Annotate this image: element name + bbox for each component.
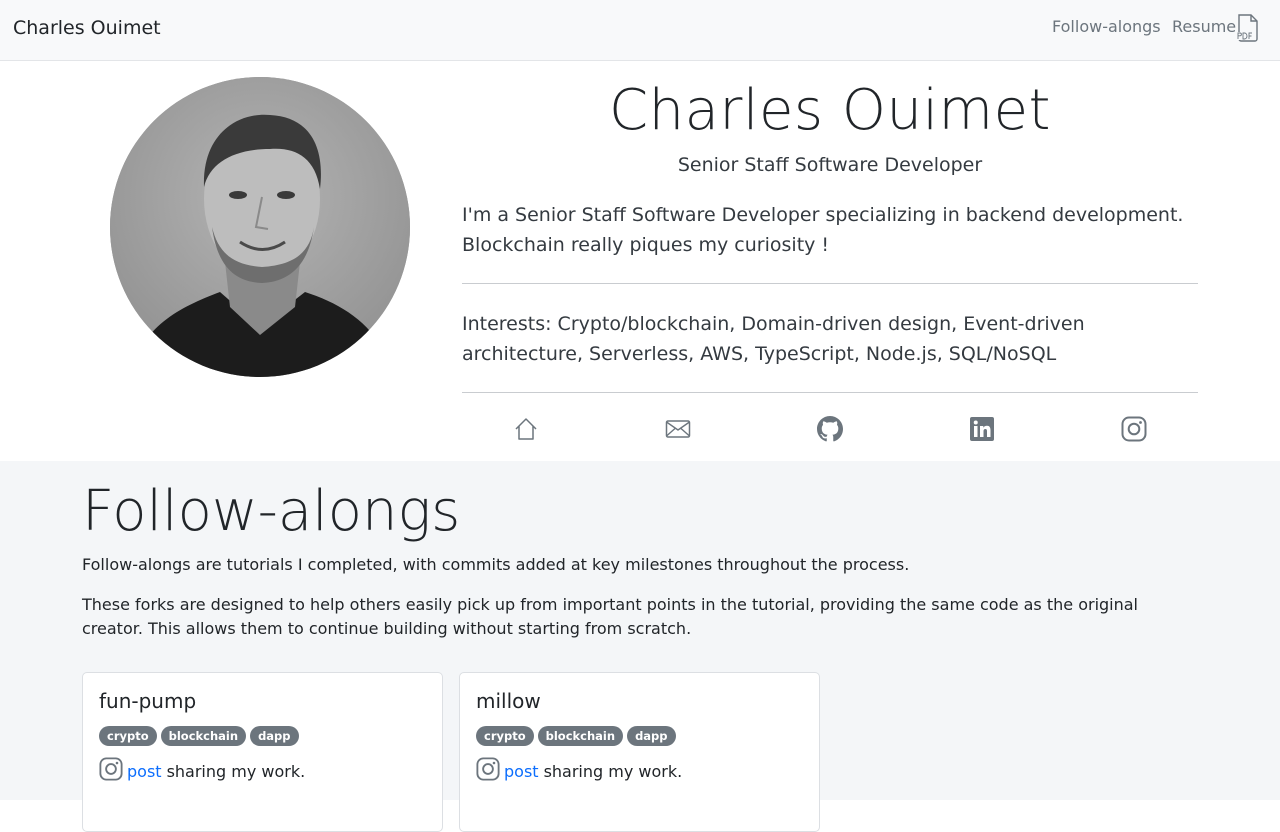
- instagram-icon: [476, 756, 500, 781]
- card-title: fun-pump: [99, 689, 197, 713]
- nav-follow-alongs-link[interactable]: Follow-alongs: [1052, 17, 1161, 36]
- tag-list: crypto blockchain dapp: [476, 726, 676, 746]
- section-intro: Follow-alongs are tutorials I completed,…: [82, 555, 910, 574]
- tag-badge: dapp: [250, 726, 299, 746]
- follow-alongs-section: Follow-alongs Follow-alongs are tutorial…: [0, 461, 1280, 832]
- post-line: post sharing my work.: [99, 756, 306, 781]
- divider: [462, 392, 1198, 393]
- mail-icon[interactable]: [665, 416, 691, 442]
- section-description: These forks are designed to help others …: [82, 595, 1138, 638]
- profile-name: Charles Ouimet: [608, 78, 1051, 143]
- avatar: [110, 77, 410, 377]
- project-card: fun-pump crypto blockchain dapp post sha…: [82, 672, 443, 832]
- project-card: millow crypto blockchain dapp post shari…: [459, 672, 820, 832]
- profile-section: Charles Ouimet Senior Staff Software Dev…: [0, 61, 1280, 461]
- tag-badge: dapp: [627, 726, 676, 746]
- divider: [462, 283, 1198, 284]
- post-link[interactable]: post: [504, 762, 539, 781]
- tag-badge: crypto: [476, 726, 534, 746]
- home-icon[interactable]: [513, 416, 539, 442]
- profile-bio: I'm a Senior Staff Software Developer sp…: [462, 204, 1184, 256]
- instagram-icon: [99, 756, 123, 781]
- navbar: Charles Ouimet Follow-alongs Resume: [0, 0, 1280, 61]
- tag-badge: crypto: [99, 726, 157, 746]
- section-heading: Follow-alongs: [82, 479, 461, 544]
- brand-link[interactable]: Charles Ouimet: [13, 17, 161, 39]
- post-text: sharing my work.: [543, 762, 683, 781]
- instagram-icon[interactable]: [1121, 416, 1147, 442]
- profile-title: Senior Staff Software Developer: [677, 154, 983, 176]
- nav-resume-link[interactable]: Resume: [1172, 17, 1236, 36]
- profile-interests: Interests: Crypto/blockchain, Domain-dri…: [462, 313, 1085, 365]
- pdf-file-icon[interactable]: [1236, 14, 1260, 42]
- tag-list: crypto blockchain dapp: [99, 726, 299, 746]
- post-line: post sharing my work.: [476, 756, 683, 781]
- post-text: sharing my work.: [166, 762, 306, 781]
- linkedin-icon[interactable]: [969, 416, 995, 442]
- card-title: millow: [476, 689, 541, 713]
- post-link[interactable]: post: [127, 762, 162, 781]
- tag-badge: blockchain: [160, 726, 247, 746]
- github-icon[interactable]: [817, 416, 843, 442]
- tag-badge: blockchain: [537, 726, 624, 746]
